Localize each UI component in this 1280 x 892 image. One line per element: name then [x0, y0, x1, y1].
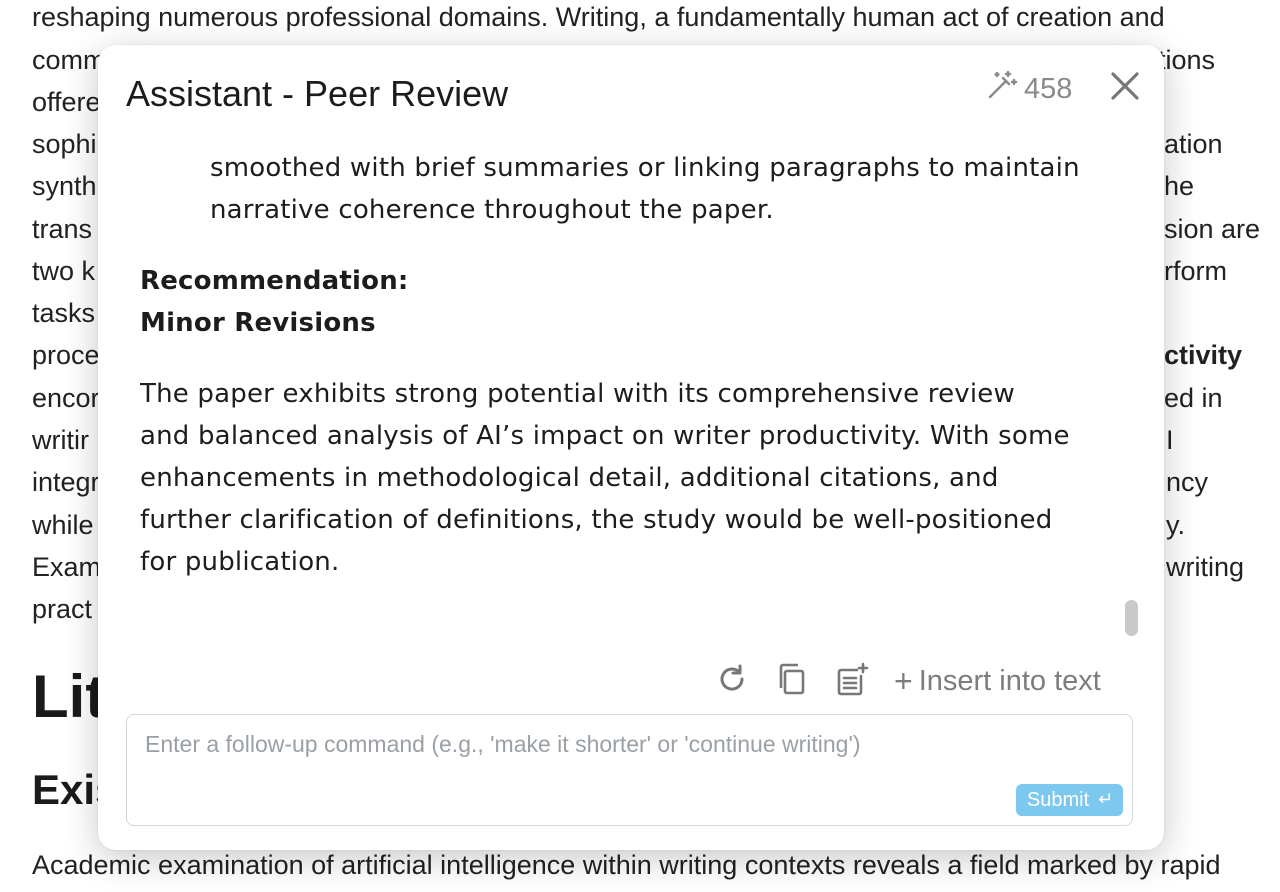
- insert-into-text-button[interactable]: + Insert into text: [894, 665, 1101, 698]
- document-line-fragment: offere: [32, 87, 101, 117]
- document-line-fragment: sophi: [32, 129, 97, 159]
- document-heading: Lit: [32, 663, 106, 730]
- response-actions: + Insert into text: [714, 659, 1101, 703]
- credits-count: 458: [1024, 72, 1073, 105]
- document-line-fragment: writing: [1166, 552, 1245, 582]
- document-line-fragment: y.: [1166, 510, 1185, 540]
- document-line-fragment: ation: [1164, 129, 1223, 159]
- recommendation-value: Minor Revisions: [140, 308, 376, 338]
- document-line-fragment: rform: [1164, 256, 1227, 286]
- document-line-fragment: proce: [32, 340, 100, 370]
- append-note-icon: [835, 662, 869, 701]
- submit-button[interactable]: Submit: [1016, 784, 1123, 816]
- scrollbar-thumb[interactable]: [1125, 600, 1138, 636]
- document-line-fragment: he: [1164, 171, 1195, 201]
- refresh-icon: [715, 662, 749, 701]
- document-line: Academic examination of artificial intel…: [32, 850, 1221, 880]
- document-line-fragment: Exam: [32, 552, 102, 582]
- document-line-fragment: encor: [32, 383, 100, 413]
- copy-button[interactable]: [774, 663, 810, 699]
- enter-key-icon: [1097, 789, 1112, 812]
- close-icon: [1110, 71, 1140, 106]
- document-line-fragment: tions: [1158, 45, 1216, 75]
- append-button[interactable]: [834, 662, 870, 701]
- review-content[interactable]: smoothed with brief summaries or linking…: [140, 147, 1080, 647]
- magic-wand-icon: [986, 69, 1018, 109]
- insert-into-text-label: Insert into text: [918, 664, 1101, 697]
- credits-counter: 458: [986, 69, 1072, 109]
- submit-label: Submit: [1026, 788, 1090, 811]
- document-line-fragment: I: [1166, 425, 1174, 455]
- regenerate-button[interactable]: [714, 663, 750, 699]
- document-line-fragment: ncy: [1166, 467, 1209, 497]
- followup-box: Submit: [126, 714, 1133, 826]
- review-continued-text: smoothed with brief summaries or linking…: [210, 153, 1080, 225]
- document-line-fragment: two k: [32, 256, 96, 286]
- recommendation-heading: Recommendation:: [140, 266, 409, 296]
- document-line-fragment: while: [32, 510, 94, 540]
- document-line-fragment: ed in: [1164, 383, 1223, 413]
- document-line-fragment: tasks: [32, 298, 96, 328]
- close-button[interactable]: [1106, 69, 1144, 107]
- document-line-fragment: comm: [32, 45, 106, 75]
- document-line: reshaping numerous professional domains.…: [32, 2, 1165, 32]
- document-line-fragment: ctivity: [1164, 340, 1243, 370]
- document-line-fragment: pract: [32, 594, 93, 624]
- document-line-fragment: integr: [32, 467, 100, 497]
- document-line-fragment: writir: [32, 425, 89, 455]
- document-line-fragment: trans: [32, 214, 93, 244]
- followup-input[interactable]: [143, 729, 1107, 773]
- review-summary: The paper exhibits strong potential with…: [140, 379, 1070, 577]
- copy-icon: [775, 662, 809, 701]
- peer-review-dialog: Assistant - Peer Review 458 smoothed wit…: [98, 45, 1164, 850]
- document-line-fragment: synth: [32, 171, 97, 201]
- dialog-title: Assistant - Peer Review: [126, 73, 509, 114]
- document-line-fragment: sion are: [1164, 214, 1261, 244]
- plus-icon: +: [894, 663, 913, 699]
